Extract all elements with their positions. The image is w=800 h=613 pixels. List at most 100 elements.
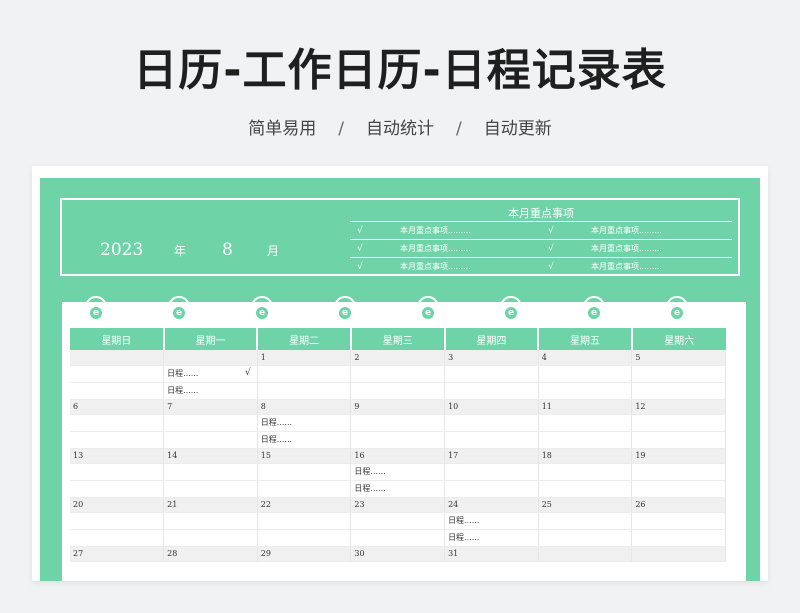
day-number: 20 bbox=[70, 497, 165, 513]
important-item-text: 本月重点事项......... bbox=[400, 226, 471, 235]
schedule-cell[interactable] bbox=[163, 463, 258, 481]
schedule-cell[interactable] bbox=[163, 480, 258, 498]
schedule-cell[interactable] bbox=[631, 414, 726, 432]
check-mark-icon[interactable]: √ bbox=[245, 368, 251, 378]
schedule-row: 日程...... bbox=[70, 382, 726, 400]
schedule-cell[interactable] bbox=[70, 529, 165, 547]
schedule-cell[interactable] bbox=[70, 365, 165, 383]
check-mark-icon[interactable]: √ bbox=[541, 240, 561, 257]
schedule-cell[interactable] bbox=[70, 480, 165, 498]
schedule-cell[interactable] bbox=[257, 365, 352, 383]
schedule-cell[interactable] bbox=[163, 414, 258, 432]
day-number: 24 bbox=[444, 497, 539, 513]
important-item[interactable]: √ 本月重点事项......... bbox=[541, 258, 732, 275]
schedule-cell[interactable] bbox=[444, 463, 539, 481]
schedule-cell[interactable]: 日程...... bbox=[444, 529, 539, 547]
week-day-number-row: 12345 bbox=[70, 350, 726, 366]
schedule-cell[interactable]: 日程...... bbox=[350, 480, 446, 498]
binder-hole-icon: e bbox=[671, 307, 683, 319]
day-number bbox=[631, 546, 726, 562]
day-number bbox=[70, 350, 165, 366]
schedule-cell[interactable] bbox=[257, 529, 352, 547]
schedule-cell[interactable]: 日程...... bbox=[350, 463, 446, 481]
schedule-cell[interactable] bbox=[70, 431, 165, 449]
subtitle: 简单易用 / 自动统计 / 自动更新 bbox=[0, 114, 800, 139]
schedule-cell[interactable]: 日程...... bbox=[257, 414, 352, 432]
check-mark-icon[interactable]: √ bbox=[541, 258, 561, 275]
week-day-number-row: 6 7 8 9 10 11 12 bbox=[70, 399, 726, 415]
day-number: 17 bbox=[444, 448, 539, 464]
schedule-cell[interactable]: 日程...... √ bbox=[163, 365, 258, 383]
year-value[interactable]: 2023 bbox=[100, 240, 143, 260]
check-mark-icon[interactable]: √ bbox=[541, 222, 561, 239]
day-number: 3 bbox=[444, 350, 539, 366]
check-mark-icon[interactable]: √ bbox=[350, 222, 370, 239]
month-value[interactable]: 8 bbox=[222, 240, 233, 260]
schedule-cell[interactable] bbox=[538, 463, 633, 481]
check-mark-icon[interactable]: √ bbox=[350, 258, 370, 275]
important-item[interactable]: √ 本月重点事项......... bbox=[350, 222, 541, 239]
schedule-cell[interactable] bbox=[257, 382, 352, 400]
important-item[interactable]: √ 本月重点事项......... bbox=[350, 240, 541, 257]
check-mark-icon[interactable]: √ bbox=[350, 240, 370, 257]
schedule-entry: 日程...... bbox=[167, 369, 199, 378]
schedule-cell[interactable] bbox=[163, 512, 258, 530]
day-number: 26 bbox=[631, 497, 726, 513]
schedule-cell[interactable] bbox=[350, 529, 446, 547]
schedule-cell[interactable] bbox=[257, 463, 352, 481]
weekday-header: 星期一 bbox=[163, 328, 259, 350]
schedule-cell[interactable] bbox=[444, 414, 539, 432]
schedule-entry: 日程...... bbox=[167, 386, 199, 395]
schedule-cell[interactable] bbox=[631, 512, 726, 530]
schedule-cell[interactable] bbox=[70, 512, 165, 530]
day-number: 13 bbox=[70, 448, 165, 464]
important-item[interactable]: √ 本月重点事项......... bbox=[350, 258, 541, 275]
schedule-cell[interactable] bbox=[163, 529, 258, 547]
schedule-cell[interactable] bbox=[538, 431, 633, 449]
schedule-cell[interactable] bbox=[444, 480, 539, 498]
calendar-frame: 2023 年 8 月 本月重点事项 √ 本月重点事项......... √ 本月重点事… bbox=[40, 178, 760, 581]
schedule-cell[interactable] bbox=[70, 382, 165, 400]
schedule-cell[interactable]: 日程...... bbox=[163, 382, 258, 400]
schedule-cell[interactable] bbox=[631, 365, 726, 383]
schedule-cell[interactable] bbox=[70, 414, 165, 432]
day-number: 1 bbox=[257, 350, 352, 366]
schedule-cell[interactable] bbox=[257, 512, 352, 530]
schedule-cell[interactable] bbox=[350, 365, 446, 383]
subtitle-separator: / bbox=[456, 119, 462, 139]
important-item-row: √ 本月重点事项......... √ 本月重点事项......... bbox=[350, 258, 732, 276]
schedule-cell[interactable] bbox=[444, 382, 539, 400]
month-header: 2023 年 8 月 本月重点事项 √ 本月重点事项......... √ 本月重点事… bbox=[60, 198, 740, 276]
schedule-cell[interactable] bbox=[70, 463, 165, 481]
schedule-row: 日程...... bbox=[70, 463, 726, 481]
schedule-cell[interactable] bbox=[631, 382, 726, 400]
schedule-cell[interactable] bbox=[538, 480, 633, 498]
day-number bbox=[538, 546, 633, 562]
schedule-cell[interactable] bbox=[538, 512, 633, 530]
schedule-cell[interactable] bbox=[631, 431, 726, 449]
schedule-cell[interactable] bbox=[350, 512, 446, 530]
schedule-cell[interactable] bbox=[631, 463, 726, 481]
schedule-cell[interactable] bbox=[444, 365, 539, 383]
day-number: 19 bbox=[631, 448, 726, 464]
schedule-cell[interactable] bbox=[538, 365, 633, 383]
binder-hole-icon: e bbox=[422, 307, 434, 319]
schedule-cell[interactable] bbox=[163, 431, 258, 449]
schedule-cell[interactable]: 日程...... bbox=[257, 431, 352, 449]
important-item[interactable]: √ 本月重点事项......... bbox=[541, 222, 732, 239]
schedule-cell[interactable] bbox=[538, 414, 633, 432]
binder-hole-icon: e bbox=[256, 307, 268, 319]
schedule-cell[interactable] bbox=[631, 529, 726, 547]
day-number: 30 bbox=[350, 546, 446, 562]
schedule-cell[interactable] bbox=[257, 480, 352, 498]
schedule-cell[interactable] bbox=[350, 431, 446, 449]
schedule-cell[interactable] bbox=[350, 414, 446, 432]
schedule-cell[interactable] bbox=[350, 382, 446, 400]
important-item[interactable]: √ 本月重点事项......... bbox=[541, 240, 732, 257]
schedule-cell[interactable] bbox=[444, 431, 539, 449]
schedule-cell[interactable]: 日程...... bbox=[444, 512, 539, 530]
schedule-cell[interactable] bbox=[631, 480, 726, 498]
schedule-cell[interactable] bbox=[538, 382, 633, 400]
schedule-cell[interactable] bbox=[538, 529, 633, 547]
schedule-entry: 日程...... bbox=[354, 467, 386, 476]
